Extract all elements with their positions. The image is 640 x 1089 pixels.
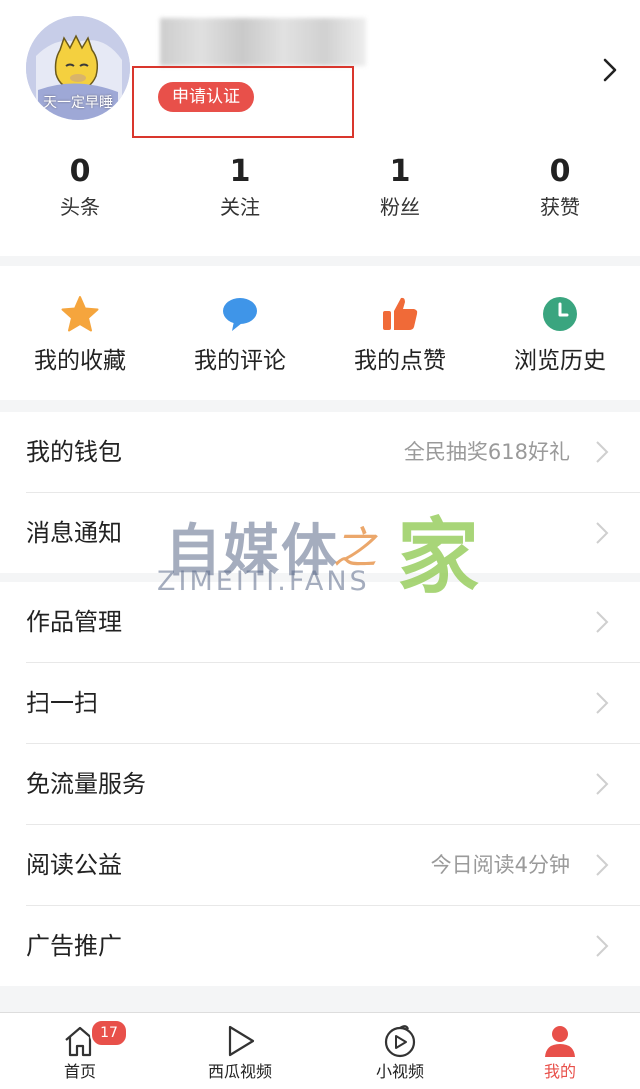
quick-action-likes[interactable]: 我的点赞 [320, 266, 480, 400]
chevron-right-icon [596, 522, 609, 544]
quick-action-label: 我的评论 [194, 348, 286, 374]
menu-row-label: 我的钱包 [26, 438, 122, 466]
menu-row-label: 免流量服务 [26, 770, 146, 798]
quick-action-label: 我的收藏 [34, 348, 126, 374]
stat-value: 1 [229, 154, 251, 189]
quick-action-comments[interactable]: 我的评论 [160, 266, 320, 400]
avatar-caption: 天一定早睡 [43, 95, 113, 111]
menu-row-works-management[interactable]: 作品管理 [26, 582, 640, 663]
tab-home[interactable]: 17 首页 [0, 1013, 160, 1089]
quick-action-history[interactable]: 浏览历史 [480, 266, 640, 400]
play-icon [228, 1025, 255, 1057]
tab-label: 西瓜视频 [207, 1062, 272, 1081]
short-video-icon [384, 1025, 416, 1058]
menu-row-free-data[interactable]: 免流量服务 [26, 744, 640, 825]
menu-row-label: 作品管理 [26, 608, 122, 636]
stat-value: 0 [549, 154, 571, 189]
menu-row-notifications[interactable]: 消息通知 [26, 493, 640, 573]
menu-row-label: 扫一扫 [26, 689, 98, 717]
comment-icon [223, 298, 257, 331]
menu-row-reading-charity[interactable]: 阅读公益 今日阅读4分钟 [26, 825, 640, 906]
stat-value: 0 [69, 154, 91, 189]
menu-row-wallet[interactable]: 我的钱包 全民抽奖618好礼 [26, 412, 640, 493]
chevron-right-icon [596, 935, 609, 957]
menu-row-label: 阅读公益 [26, 851, 122, 879]
menu-row-hint: 全民抽奖618好礼 [403, 440, 570, 464]
chevron-right-icon [596, 773, 609, 795]
profile-header: 天一定早睡 申请认证 0 头条 1 关注 1 粉丝 0 获赞 [0, 0, 640, 256]
stat-label: 头条 [60, 195, 100, 219]
profile-icon [545, 1026, 575, 1057]
menu-row-hint: 今日阅读4分钟 [430, 853, 570, 877]
quick-action-label: 我的点赞 [354, 348, 446, 374]
tab-label: 首页 [63, 1062, 96, 1081]
stat-following[interactable]: 1 关注 [160, 152, 320, 222]
tab-me[interactable]: 我的 [480, 1013, 640, 1089]
star-icon [61, 296, 99, 332]
stat-followers[interactable]: 1 粉丝 [320, 152, 480, 222]
thumbs-up-icon [383, 297, 418, 330]
tab-label: 小视频 [375, 1062, 424, 1081]
quick-action-favorites[interactable]: 我的收藏 [0, 266, 160, 400]
menu-group-wallet: 我的钱包 全民抽奖618好礼 消息通知 [0, 412, 640, 573]
clock-icon [543, 297, 577, 331]
blurred-username [160, 18, 366, 66]
notification-badge: 17 [90, 1019, 128, 1047]
stat-headlines[interactable]: 0 头条 [0, 152, 160, 222]
stat-label: 获赞 [540, 195, 580, 219]
tab-label: 我的 [543, 1062, 576, 1081]
tab-short-video[interactable]: 小视频 [320, 1013, 480, 1089]
menu-row-advertising[interactable]: 广告推广 [26, 906, 640, 986]
stat-label: 粉丝 [380, 195, 420, 219]
quick-actions: 我的收藏 我的评论 我的点赞 浏览历史 [0, 266, 640, 400]
avatar[interactable]: 天一定早睡 [26, 16, 130, 120]
stat-likes-received[interactable]: 0 获赞 [480, 152, 640, 222]
menu-row-label: 广告推广 [26, 932, 122, 960]
menu-row-scan[interactable]: 扫一扫 [26, 663, 640, 744]
stat-label: 关注 [220, 195, 260, 219]
tab-xigua-video[interactable]: 西瓜视频 [160, 1013, 320, 1089]
menu-row-label: 消息通知 [26, 519, 122, 547]
menu-group-tools: 作品管理 扫一扫 免流量服务 阅读公益 今日阅读4分钟 广告推广 [0, 582, 640, 986]
quick-action-label: 浏览历史 [514, 348, 606, 374]
chevron-right-icon[interactable] [596, 56, 624, 84]
chevron-right-icon [596, 611, 609, 633]
bottom-tab-bar: 17 首页 西瓜视频 小视频 我的 [0, 1012, 640, 1089]
chevron-right-icon [596, 854, 609, 876]
stat-value: 1 [389, 154, 411, 189]
apply-certification-button[interactable]: 申请认证 [158, 82, 254, 112]
chevron-right-icon [596, 441, 609, 463]
stats-row: 0 头条 1 关注 1 粉丝 0 获赞 [0, 152, 640, 232]
chevron-right-icon [596, 692, 609, 714]
